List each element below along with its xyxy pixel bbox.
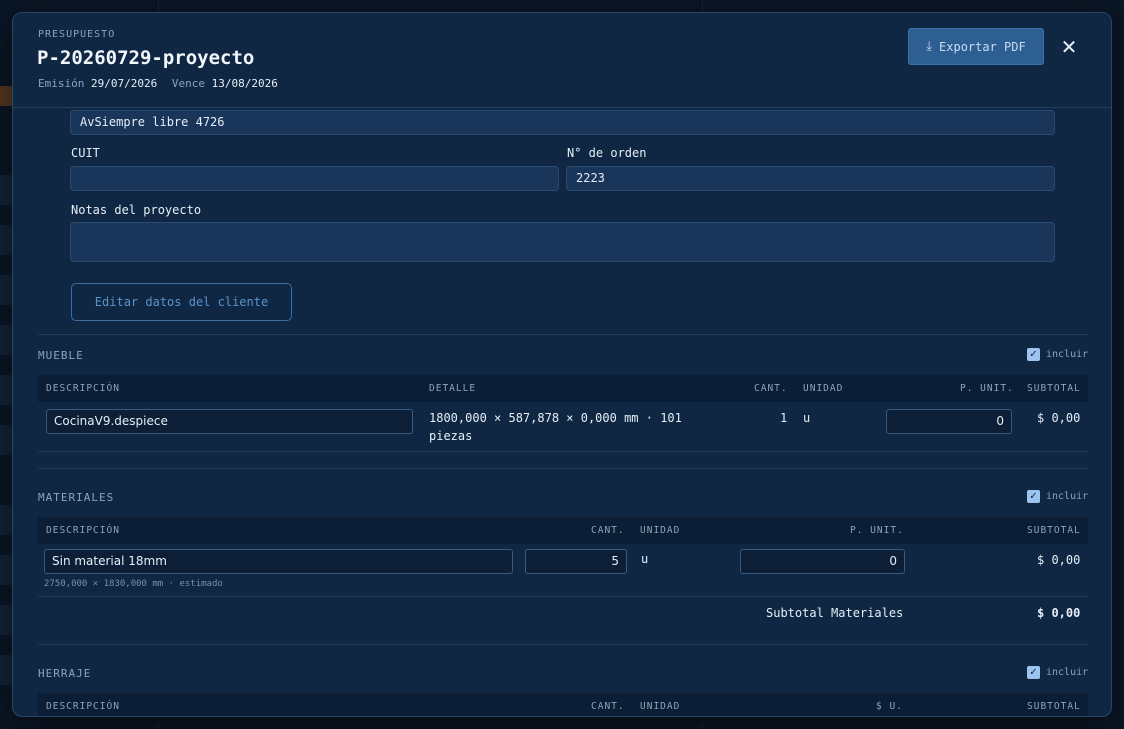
col-unidad: UNIDAD (803, 383, 844, 394)
order-number-label: N° de orden (567, 146, 647, 160)
close-icon[interactable]: ✕ (1056, 34, 1082, 60)
background-item (0, 325, 12, 355)
table-header-materiales: DESCRIPCIÓN CANT. UNIDAD P. UNIT. SUBTOT… (38, 517, 1088, 544)
table-header-mueble: DESCRIPCIÓN DETALLE CANT. UNIDAD P. UNIT… (38, 375, 1088, 402)
table-header-herraje: DESCRIPCIÓN CANT. UNIDAD $ U. SUBTOTAL (38, 693, 1088, 716)
mueble-unit-price-input[interactable]: 0 (886, 409, 1012, 434)
cuit-label: CUIT (71, 146, 100, 160)
background-item (0, 275, 12, 305)
edit-client-button[interactable]: Editar datos del cliente (71, 283, 292, 321)
background-tab (0, 86, 12, 106)
section-divider (38, 334, 1088, 335)
emision-label: Emisión (38, 77, 85, 90)
budget-dates: Emisión 29/07/2026 Vence 13/08/2026 (38, 77, 286, 90)
include-label: incluir (1046, 491, 1089, 502)
section-divider (38, 644, 1088, 645)
download-icon: ⤓ (926, 39, 933, 54)
background-item (0, 605, 12, 635)
vence-value: 13/08/2026 (211, 77, 278, 90)
background-item (0, 505, 12, 535)
col-unidad: UNIDAD (640, 701, 681, 712)
order-number-field[interactable]: 2223 (566, 166, 1055, 191)
material-unit-price-input[interactable]: 0 (740, 549, 905, 574)
checkbox-herraje[interactable]: ✓ (1027, 666, 1040, 679)
mueble-unidad: u (803, 411, 811, 425)
col-descripcion: DESCRIPCIÓN (46, 383, 120, 394)
budget-modal: PRESUPUESTO P-20260729-proyecto Emisión … (12, 12, 1112, 717)
modal-body: AvSiempre libre 4726 CUIT N° de orden 22… (13, 109, 1111, 716)
col-punit: P. UNIT. (850, 525, 904, 536)
section-title-herraje: HERRAJE (38, 667, 92, 680)
mueble-subtotal: $ 0,00 (1037, 411, 1081, 425)
mueble-description-input[interactable]: CocinaV9.despiece (46, 409, 413, 434)
include-label: incluir (1046, 349, 1089, 360)
address-field[interactable]: AvSiempre libre 4726 (70, 110, 1055, 135)
col-punit: P. UNIT. (960, 383, 1014, 394)
page-title: P-20260729-proyecto (37, 47, 255, 69)
row-divider (38, 596, 1088, 597)
col-cant: CANT. (754, 383, 788, 394)
section-divider (38, 468, 1088, 469)
col-subtotal: SUBTOTAL (1027, 701, 1081, 712)
material-unidad: u (641, 552, 649, 566)
checkbox-mueble[interactable]: ✓ (1027, 348, 1040, 361)
background-item (0, 375, 12, 405)
checkbox-materiales[interactable]: ✓ (1027, 490, 1040, 503)
export-pdf-label: Exportar PDF (939, 39, 1026, 54)
col-cant: CANT. (591, 701, 625, 712)
background-item (0, 425, 12, 455)
material-description-input[interactable]: Sin material 18mm (44, 549, 513, 574)
material-subtotal: $ 0,00 (1037, 553, 1081, 567)
modal-kicker: PRESUPUESTO (38, 29, 116, 40)
col-unidad: UNIDAD (640, 525, 681, 536)
export-pdf-button[interactable]: ⤓ Exportar PDF (908, 28, 1044, 65)
background-item (0, 225, 12, 255)
col-cant: CANT. (591, 525, 625, 536)
material-quantity-input[interactable]: 5 (525, 549, 627, 574)
vence-label: Vence (171, 77, 205, 90)
row-divider (38, 451, 1088, 452)
subtotal-materiales-label: Subtotal Materiales (766, 606, 904, 620)
mueble-detail-line2: piezas (429, 429, 473, 443)
project-notes-field[interactable] (70, 222, 1055, 262)
col-descripcion: DESCRIPCIÓN (46, 525, 120, 536)
include-toggle-materiales[interactable]: ✓ incluir (1027, 490, 1088, 503)
col-unit-price: $ U. (876, 701, 903, 712)
include-toggle-mueble[interactable]: ✓ incluir (1027, 348, 1088, 361)
section-title-mueble: MUEBLE (38, 349, 84, 362)
mueble-cant: 1 (780, 411, 788, 425)
emision-value: 29/07/2026 (90, 77, 158, 90)
mueble-detail-line1: 1800,000 × 587,878 × 0,000 mm · 101 (429, 411, 682, 425)
col-subtotal: SUBTOTAL (1027, 383, 1081, 394)
col-detalle: DETALLE (429, 383, 477, 394)
subtotal-materiales-value: $ 0,00 (1037, 606, 1081, 620)
project-notes-label: Notas del proyecto (71, 203, 202, 217)
include-label: incluir (1046, 667, 1089, 678)
cuit-field[interactable] (70, 166, 559, 191)
background-item (0, 175, 12, 205)
material-estimate-note: 2750,000 × 1830,000 mm · estimado (44, 579, 223, 589)
modal-header: PRESUPUESTO P-20260729-proyecto Emisión … (13, 13, 1111, 108)
background-item (0, 555, 12, 585)
section-title-materiales: MATERIALES (38, 491, 115, 504)
background-item (0, 655, 12, 685)
include-toggle-herraje[interactable]: ✓ incluir (1027, 666, 1088, 679)
col-descripcion: DESCRIPCIÓN (46, 701, 120, 712)
col-subtotal: SUBTOTAL (1027, 525, 1081, 536)
